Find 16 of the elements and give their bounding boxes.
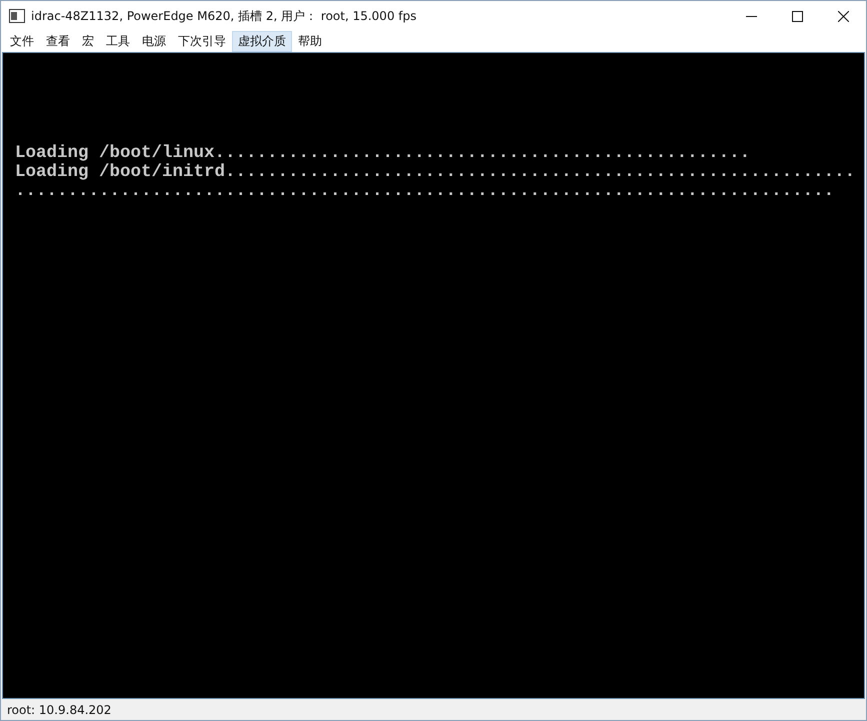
console-line: .............................................................................. bbox=[15, 182, 834, 201]
window-title: idrac-48Z1132, PowerEdge M620, 插槽 2, 用户： root, 15.000 fps bbox=[31, 8, 416, 24]
maximize-icon bbox=[792, 10, 802, 22]
menu-item[interactable]: 查看 bbox=[40, 30, 76, 52]
menu-item[interactable]: 下次引导 bbox=[172, 30, 232, 52]
console-line: Loading /boot/initrd............................................................ bbox=[15, 163, 856, 182]
app-icon bbox=[9, 9, 25, 23]
menu-item[interactable]: 文件 bbox=[4, 30, 40, 52]
menu-item[interactable]: 宏 bbox=[76, 30, 100, 52]
menu-item[interactable]: 帮助 bbox=[292, 30, 328, 52]
status-text: root: 10.9.84.202 bbox=[7, 702, 112, 716]
close-icon bbox=[838, 10, 848, 22]
menu-item[interactable]: 工具 bbox=[100, 30, 136, 52]
menu-item[interactable]: 虚拟介质 bbox=[232, 30, 292, 52]
menu-item[interactable]: 电源 bbox=[136, 30, 172, 52]
console-line: Loading /boot/linux................................................... bbox=[15, 144, 750, 163]
